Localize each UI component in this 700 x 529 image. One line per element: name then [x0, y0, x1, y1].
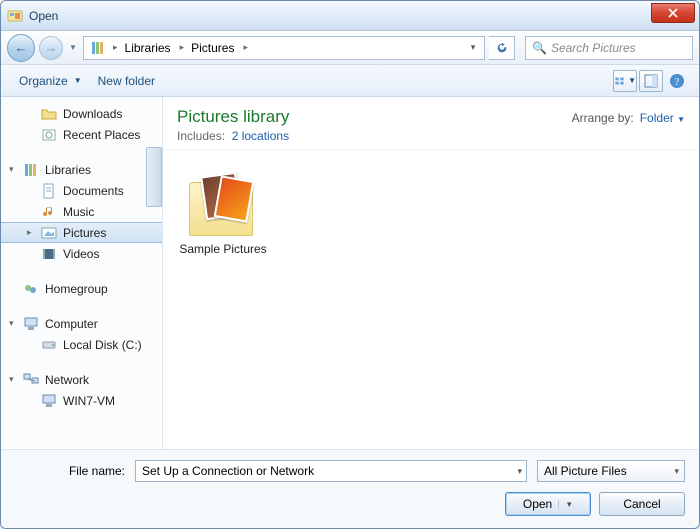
library-header: Pictures library Includes: 2 locations A…: [163, 97, 699, 150]
cancel-button[interactable]: Cancel: [599, 492, 685, 516]
filename-input[interactable]: [142, 464, 520, 478]
new-folder-button[interactable]: New folder: [90, 70, 163, 92]
folder-icon: [41, 106, 57, 122]
help-icon: ?: [669, 73, 685, 89]
close-button[interactable]: [651, 3, 695, 23]
sidebar: Downloads Recent Places ▾ Libraries: [1, 97, 163, 449]
chevron-down-icon: ▼: [677, 115, 685, 124]
chevron-down-icon: ▼: [74, 76, 82, 85]
view-button[interactable]: ▼: [613, 70, 637, 92]
window-title: Open: [29, 9, 58, 23]
refresh-icon: [495, 41, 509, 55]
pictures-icon: [41, 225, 57, 241]
filetype-filter[interactable]: All Picture Files ▾: [537, 460, 685, 482]
collapse-icon[interactable]: ▾: [9, 318, 14, 329]
view-icon: [614, 73, 625, 89]
computer-icon: [23, 316, 39, 332]
libraries-icon: [23, 162, 39, 178]
body: Downloads Recent Places ▾ Libraries: [1, 97, 699, 449]
sidebar-item-libraries[interactable]: ▾ Libraries: [1, 159, 162, 180]
arrow-right-icon: →: [45, 40, 58, 55]
chevron-down-icon: ▾: [674, 466, 679, 477]
filename-field[interactable]: ▾: [135, 460, 527, 482]
filename-dropdown[interactable]: ▾: [517, 466, 522, 477]
network-icon: [23, 372, 39, 388]
open-dialog: Open ← → ▼ ▸ Libraries ▸ Pictures ▸ ▾ 🔍: [0, 0, 700, 529]
chevron-icon[interactable]: ▸: [240, 42, 251, 53]
back-button[interactable]: ←: [7, 34, 35, 62]
preview-pane-button[interactable]: [639, 70, 663, 92]
chevron-icon[interactable]: ▸: [110, 42, 121, 53]
sidebar-item-music[interactable]: Music: [1, 201, 162, 222]
sidebar-item-computer[interactable]: ▾ Computer: [1, 313, 162, 334]
refresh-button[interactable]: [489, 36, 515, 60]
preview-icon: [643, 73, 659, 89]
address-bar[interactable]: ▸ Libraries ▸ Pictures ▸ ▾: [83, 36, 485, 60]
breadcrumb-pictures[interactable]: Pictures: [187, 37, 240, 59]
sidebar-item-homegroup[interactable]: Homegroup: [1, 278, 162, 299]
sidebar-item-win7vm[interactable]: WIN7-VM: [1, 390, 162, 411]
computer-icon: [41, 393, 57, 409]
newfolder-label: New folder: [98, 74, 155, 88]
sidebar-item-pictures[interactable]: ▸ Pictures: [1, 222, 162, 243]
sidebar-item-localdisk[interactable]: Local Disk (C:): [1, 334, 162, 355]
arrange-by: Arrange by: Folder ▼: [572, 111, 685, 125]
locations-link[interactable]: 2 locations: [232, 129, 289, 143]
search-icon: 🔍: [532, 41, 547, 55]
library-icon: [90, 40, 106, 56]
toolbar: Organize ▼ New folder ▼ ?: [1, 65, 699, 97]
sidebar-scrollbar[interactable]: [146, 147, 162, 207]
open-button[interactable]: Open ▼: [505, 492, 591, 516]
sidebar-item-downloads[interactable]: Downloads: [1, 103, 162, 124]
breadcrumb-libraries[interactable]: Libraries: [121, 37, 177, 59]
expand-icon[interactable]: ▸: [27, 227, 32, 238]
footer: File name: ▾ All Picture Files ▾ Open ▼ …: [1, 449, 699, 528]
forward-button[interactable]: →: [39, 36, 63, 60]
file-list[interactable]: Sample Pictures: [163, 150, 699, 449]
navbar: ← → ▼ ▸ Libraries ▸ Pictures ▸ ▾ 🔍: [1, 31, 699, 65]
organize-button[interactable]: Organize ▼: [11, 70, 90, 92]
chevron-down-icon: ▼: [628, 76, 636, 85]
app-icon: [7, 8, 23, 24]
split-dropdown-icon[interactable]: ▼: [558, 500, 573, 509]
chevron-icon[interactable]: ▸: [177, 42, 188, 53]
collapse-icon[interactable]: ▾: [9, 374, 14, 385]
folder-thumbnail: [183, 168, 263, 236]
folder-sample-pictures[interactable]: Sample Pictures: [177, 168, 269, 256]
history-dropdown[interactable]: ▼: [67, 43, 79, 52]
address-dropdown[interactable]: ▾: [464, 42, 482, 53]
filename-label: File name:: [15, 464, 125, 478]
svg-text:?: ?: [675, 77, 680, 88]
search-input[interactable]: [551, 41, 686, 55]
sidebar-item-recent[interactable]: Recent Places: [1, 124, 162, 145]
main-area: Pictures library Includes: 2 locations A…: [163, 97, 699, 449]
documents-icon: [41, 183, 57, 199]
sidebar-item-documents[interactable]: Documents: [1, 180, 162, 201]
titlebar: Open: [1, 1, 699, 31]
library-subtitle: Includes: 2 locations: [177, 129, 289, 143]
sidebar-item-network[interactable]: ▾ Network: [1, 369, 162, 390]
arrange-by-dropdown[interactable]: Folder ▼: [640, 111, 685, 125]
search-box[interactable]: 🔍: [525, 36, 693, 60]
arrow-left-icon: ←: [15, 40, 28, 55]
collapse-icon[interactable]: ▾: [9, 164, 14, 175]
homegroup-icon: [23, 281, 39, 297]
help-button[interactable]: ?: [665, 70, 689, 92]
videos-icon: [41, 246, 57, 262]
nav-tree: Downloads Recent Places ▾ Libraries: [1, 103, 162, 411]
sidebar-item-videos[interactable]: Videos: [1, 243, 162, 264]
recent-icon: [41, 127, 57, 143]
disk-icon: [41, 337, 57, 353]
folder-label: Sample Pictures: [177, 242, 269, 256]
music-icon: [41, 204, 57, 220]
library-title: Pictures library: [177, 107, 289, 127]
organize-label: Organize: [19, 74, 68, 88]
